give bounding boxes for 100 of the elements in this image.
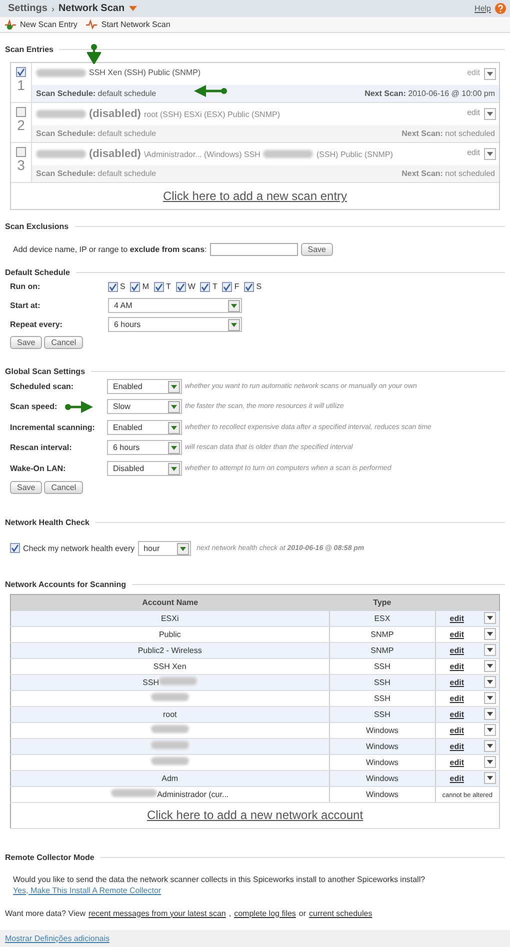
dropdown-button[interactable] (484, 148, 496, 160)
schedules-link[interactable]: current schedules (309, 908, 372, 918)
page-title[interactable]: Network Scan (58, 3, 125, 14)
table-cell: SSH (374, 662, 390, 670)
additional-settings-link[interactable]: Mostrar Definições adicionais (5, 934, 110, 943)
day-label: W (188, 282, 196, 291)
checkbox[interactable] (200, 282, 210, 292)
dropdown-button[interactable] (484, 724, 496, 736)
breadcrumb-link[interactable]: Settings (8, 3, 48, 14)
section-heading: Scan Exclusions (5, 222, 69, 231)
dropdown-button[interactable] (484, 628, 496, 640)
dropdown-button[interactable] (484, 644, 496, 656)
entry-number: 1 (17, 77, 25, 93)
checkbox[interactable] (222, 282, 232, 292)
dropdown-button[interactable] (484, 708, 496, 720)
edit-link[interactable]: edit (450, 742, 464, 750)
table-cell: Public (158, 630, 181, 638)
help-link[interactable]: Help (474, 4, 491, 13)
dropdown-button[interactable] (484, 676, 496, 688)
day-label: S (120, 282, 126, 291)
edit-link[interactable]: edit (450, 726, 464, 734)
field-label: Rescan interval: (10, 443, 72, 452)
checkbox[interactable] (130, 282, 140, 292)
save-button[interactable]: Save (10, 336, 42, 349)
edit-link[interactable]: edit (450, 630, 464, 638)
caret-icon[interactable] (128, 6, 137, 12)
edit-link[interactable]: edit (450, 662, 464, 670)
select-field[interactable]: Enabled (107, 378, 182, 394)
entry-description: (SSH) Public (SNMP) (316, 150, 393, 158)
messages-link[interactable]: recent messages from your latest scan (88, 908, 226, 918)
select-field[interactable]: hour (138, 540, 191, 556)
help-icon[interactable] (495, 3, 506, 14)
caret-icon (487, 664, 493, 668)
caret-icon (231, 323, 237, 327)
select-field[interactable]: Enabled (107, 420, 182, 435)
edit-link[interactable]: edit (450, 694, 464, 702)
section-heading: Scan Entries (5, 45, 54, 54)
blurred-text-drawing (263, 150, 314, 158)
exclusion-input-field[interactable] (210, 243, 298, 256)
arrow-icon (194, 85, 228, 97)
dropdown-button[interactable] (484, 756, 496, 768)
add-scan-entry-link[interactable]: Click here to add a new scan entry (162, 189, 348, 203)
day-label: F (234, 282, 240, 291)
caret-icon (487, 152, 493, 156)
remote-collector-link[interactable]: Yes, Make This Install A Remote Collector (13, 886, 162, 894)
caret-icon (171, 426, 177, 430)
column-header: Account Name (10, 594, 330, 610)
cancel-button[interactable]: Cancel (44, 480, 84, 494)
table-cell: Windows (366, 790, 398, 798)
entry-description: \Administrador... (Windows) SSH (144, 150, 260, 158)
edit-link[interactable]: edit (450, 710, 464, 718)
log-files-link[interactable]: complete log files (234, 908, 296, 918)
entry-number: 3 (17, 157, 25, 173)
dropdown-button[interactable] (484, 772, 496, 784)
table-cell: root (162, 710, 177, 718)
checkbox[interactable] (176, 282, 186, 292)
checkbox[interactable] (10, 543, 20, 553)
dropdown-button[interactable] (484, 612, 496, 624)
save-button[interactable]: Save (300, 243, 333, 256)
column-header: Type (329, 594, 436, 610)
pulse-icon[interactable] (86, 19, 98, 30)
checkbox[interactable] (244, 282, 254, 292)
toolbar-button[interactable]: New Scan Entry (20, 20, 78, 29)
table-cell: SSH (142, 678, 160, 687)
caret-icon (487, 72, 493, 76)
dropdown-button[interactable] (484, 108, 496, 120)
edit-link[interactable]: edit (450, 646, 464, 654)
table-cell: Windows (366, 726, 398, 734)
cancel-button[interactable]: Cancel (44, 336, 84, 349)
select-field[interactable]: 4 AM (108, 298, 242, 313)
select-field[interactable]: Slow (107, 399, 182, 414)
day-label: S (256, 282, 262, 291)
blurred-text-drawing (36, 150, 86, 158)
table-cell: Administrador (cur... (157, 790, 229, 799)
caret-icon (487, 744, 493, 748)
toolbar-button[interactable]: Start Network Scan (101, 20, 170, 29)
select-field[interactable]: 6 hours (107, 440, 182, 456)
checkbox[interactable] (16, 67, 26, 77)
edit-link[interactable]: edit (450, 774, 464, 782)
table-cell: SSH Xen (153, 662, 186, 670)
separator-text: or (298, 908, 306, 918)
select-field[interactable]: 6 hours (108, 317, 242, 332)
dropdown-button[interactable] (484, 68, 496, 80)
edit-link[interactable]: edit (450, 678, 464, 686)
entry-status: (disabled) (89, 108, 141, 120)
dropdown-button[interactable] (484, 740, 496, 752)
plus-pulse-icon[interactable] (5, 19, 17, 30)
separator-text: , (228, 908, 232, 918)
section-heading: Network Health Check (5, 518, 90, 526)
field-label: Run on: (10, 282, 42, 291)
add-account-link[interactable]: Click here to add a new network account (146, 808, 364, 822)
dropdown-button[interactable] (484, 692, 496, 704)
edit-link[interactable]: edit (450, 758, 464, 766)
select-field[interactable]: Disabled (107, 460, 182, 476)
dropdown-button[interactable] (484, 660, 496, 672)
table-cell: SSH (374, 678, 390, 686)
checkbox[interactable] (154, 282, 164, 292)
save-button[interactable]: Save (10, 480, 42, 494)
edit-link[interactable]: edit (450, 614, 464, 622)
checkbox[interactable] (108, 282, 118, 292)
